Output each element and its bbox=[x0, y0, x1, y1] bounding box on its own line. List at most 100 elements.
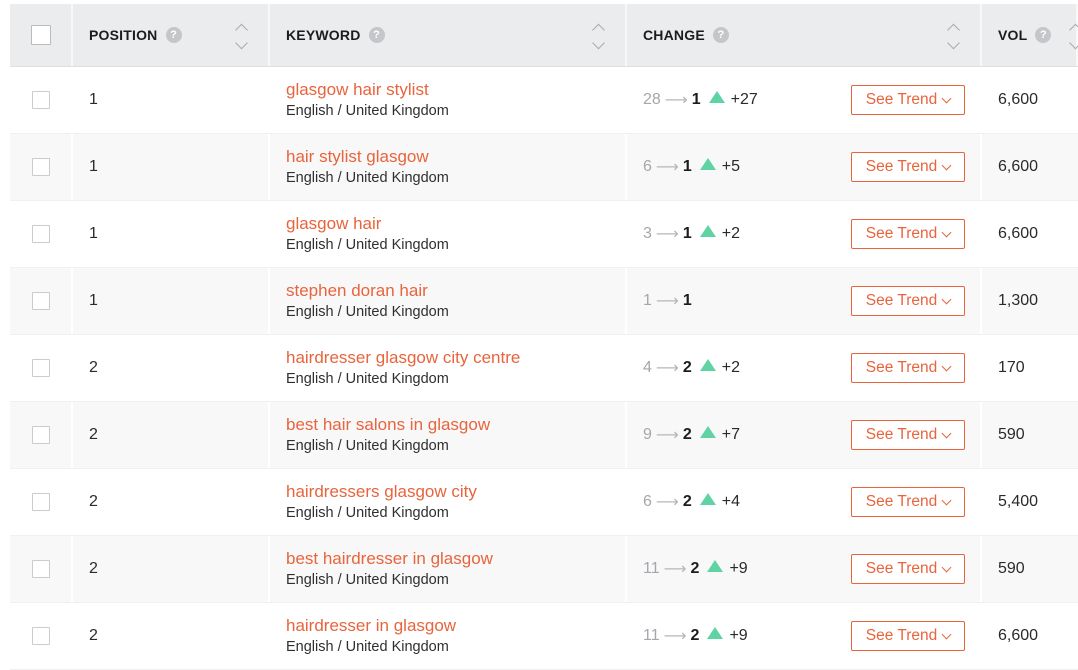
see-trend-button[interactable]: See Trend bbox=[851, 420, 965, 450]
keyword-locale: English / United Kingdom bbox=[286, 437, 449, 454]
keyword-link[interactable]: stephen doran hair bbox=[286, 281, 449, 301]
row-checkbox[interactable] bbox=[31, 91, 50, 109]
keyword-link[interactable]: best hairdresser in glasgow bbox=[286, 549, 493, 569]
sort-icon[interactable] bbox=[592, 23, 605, 50]
row-checkbox-cell bbox=[10, 268, 73, 334]
up-triangle-icon bbox=[707, 627, 724, 639]
table-row: 1 stephen doran hair English / United Ki… bbox=[10, 268, 1078, 335]
help-icon[interactable]: ? bbox=[165, 27, 182, 43]
see-trend-button[interactable]: See Trend bbox=[851, 219, 965, 249]
header-position-label: POSITION bbox=[89, 27, 158, 43]
keyword-locale: English / United Kingdom bbox=[286, 504, 449, 521]
position-value: 1 bbox=[89, 158, 98, 175]
keyword-link[interactable]: hairdressers glasgow city bbox=[286, 482, 477, 502]
keyword-locale: English / United Kingdom bbox=[286, 638, 449, 655]
chevron-down-icon bbox=[941, 629, 952, 639]
see-trend-button[interactable]: See Trend bbox=[851, 85, 965, 115]
position-value: 2 bbox=[89, 627, 98, 644]
change-from: 11 bbox=[643, 560, 660, 577]
keyword-link[interactable]: hairdresser glasgow city centre bbox=[286, 348, 520, 368]
sort-icon[interactable] bbox=[235, 23, 248, 50]
volume-value: 1,300 bbox=[998, 292, 1039, 309]
keyword-cell: hairdressers glasgow city English / Unit… bbox=[270, 469, 627, 535]
help-icon[interactable]: ? bbox=[368, 27, 385, 43]
position-value: 2 bbox=[89, 359, 98, 376]
position-value: 2 bbox=[89, 560, 98, 577]
change-from: 28 bbox=[643, 91, 661, 108]
row-checkbox[interactable] bbox=[31, 560, 50, 578]
chevron-down-icon bbox=[941, 361, 952, 371]
row-checkbox-cell bbox=[10, 469, 73, 535]
change-from: 1 bbox=[643, 292, 652, 309]
keyword-link[interactable]: hairdresser in glasgow bbox=[286, 616, 456, 636]
row-checkbox[interactable] bbox=[31, 158, 50, 176]
vol-cell: 1,300 bbox=[982, 268, 1078, 334]
row-checkbox-cell bbox=[10, 335, 73, 401]
see-trend-label: See Trend bbox=[865, 225, 938, 242]
change-to: 2 bbox=[690, 560, 700, 577]
change-cell: 28 ⟶ 1 +27 See Trend bbox=[627, 67, 982, 133]
see-trend-button[interactable]: See Trend bbox=[851, 353, 965, 383]
row-checkbox[interactable] bbox=[31, 426, 50, 444]
right-arrow-icon: ⟶ bbox=[664, 92, 688, 109]
position-value: 2 bbox=[89, 493, 98, 510]
row-checkbox[interactable] bbox=[31, 359, 50, 377]
up-triangle-icon bbox=[699, 225, 716, 237]
row-checkbox[interactable] bbox=[31, 493, 50, 511]
keyword-link[interactable]: best hair salons in glasgow bbox=[286, 415, 490, 435]
keyword-cell: best hairdresser in glasgow English / Un… bbox=[270, 536, 627, 602]
sort-icon[interactable] bbox=[947, 23, 960, 50]
select-all-checkbox[interactable] bbox=[30, 25, 51, 45]
keyword-link[interactable]: hair stylist glasgow bbox=[286, 147, 449, 167]
keyword-link[interactable]: glasgow hair bbox=[286, 214, 449, 234]
keyword-rankings-table: POSITION ? KEYWORD ? CHANGE ? VOL ? 1 gl… bbox=[10, 4, 1078, 670]
change-from: 6 bbox=[643, 493, 652, 510]
chevron-down-icon bbox=[941, 227, 952, 237]
chevron-down-icon bbox=[941, 428, 952, 438]
see-trend-button[interactable]: See Trend bbox=[851, 554, 965, 584]
right-arrow-icon: ⟶ bbox=[655, 159, 679, 176]
change-cell: 4 ⟶ 2 +2 See Trend bbox=[627, 335, 982, 401]
change-cell: 1 ⟶ 1 See Trend bbox=[627, 268, 982, 334]
keyword-link[interactable]: glasgow hair stylist bbox=[286, 80, 449, 100]
header-checkbox-cell bbox=[10, 4, 73, 66]
change-cell: 9 ⟶ 2 +7 See Trend bbox=[627, 402, 982, 468]
see-trend-button[interactable]: See Trend bbox=[851, 487, 965, 517]
keyword-locale: English / United Kingdom bbox=[286, 303, 449, 320]
change-from: 11 bbox=[643, 627, 660, 644]
change-to: 1 bbox=[682, 225, 692, 242]
change-delta: +9 bbox=[729, 560, 748, 577]
header-vol[interactable]: VOL ? bbox=[982, 4, 1078, 66]
header-keyword[interactable]: KEYWORD ? bbox=[270, 4, 627, 66]
header-change[interactable]: CHANGE ? bbox=[627, 4, 982, 66]
row-checkbox[interactable] bbox=[31, 292, 50, 310]
position-cell: 1 bbox=[73, 268, 270, 334]
see-trend-button[interactable]: See Trend bbox=[851, 621, 965, 651]
header-position[interactable]: POSITION ? bbox=[73, 4, 270, 66]
change-delta: +7 bbox=[721, 426, 740, 443]
row-checkbox-cell bbox=[10, 536, 73, 602]
keyword-cell: best hair salons in glasgow English / Un… bbox=[270, 402, 627, 468]
up-triangle-icon bbox=[699, 158, 716, 170]
keyword-cell: glasgow hair stylist English / United Ki… bbox=[270, 67, 627, 133]
row-checkbox-cell bbox=[10, 402, 73, 468]
position-value: 1 bbox=[89, 91, 98, 108]
see-trend-button[interactable]: See Trend bbox=[851, 286, 965, 316]
change-delta: +27 bbox=[730, 91, 758, 108]
help-icon[interactable]: ? bbox=[712, 27, 729, 43]
volume-value: 6,600 bbox=[998, 627, 1039, 644]
sort-icon[interactable] bbox=[1069, 23, 1078, 50]
keyword-cell: hair stylist glasgow English / United Ki… bbox=[270, 134, 627, 200]
change-cell: 6 ⟶ 2 +4 See Trend bbox=[627, 469, 982, 535]
row-checkbox[interactable] bbox=[31, 225, 50, 243]
position-cell: 2 bbox=[73, 469, 270, 535]
help-icon[interactable]: ? bbox=[1035, 27, 1052, 43]
see-trend-label: See Trend bbox=[865, 292, 938, 309]
position-cell: 2 bbox=[73, 536, 270, 602]
see-trend-label: See Trend bbox=[865, 91, 938, 108]
row-checkbox[interactable] bbox=[31, 627, 50, 645]
keyword-cell: stephen doran hair English / United King… bbox=[270, 268, 627, 334]
volume-value: 6,600 bbox=[998, 158, 1039, 175]
see-trend-button[interactable]: See Trend bbox=[851, 152, 965, 182]
header-vol-label: VOL bbox=[998, 27, 1028, 43]
